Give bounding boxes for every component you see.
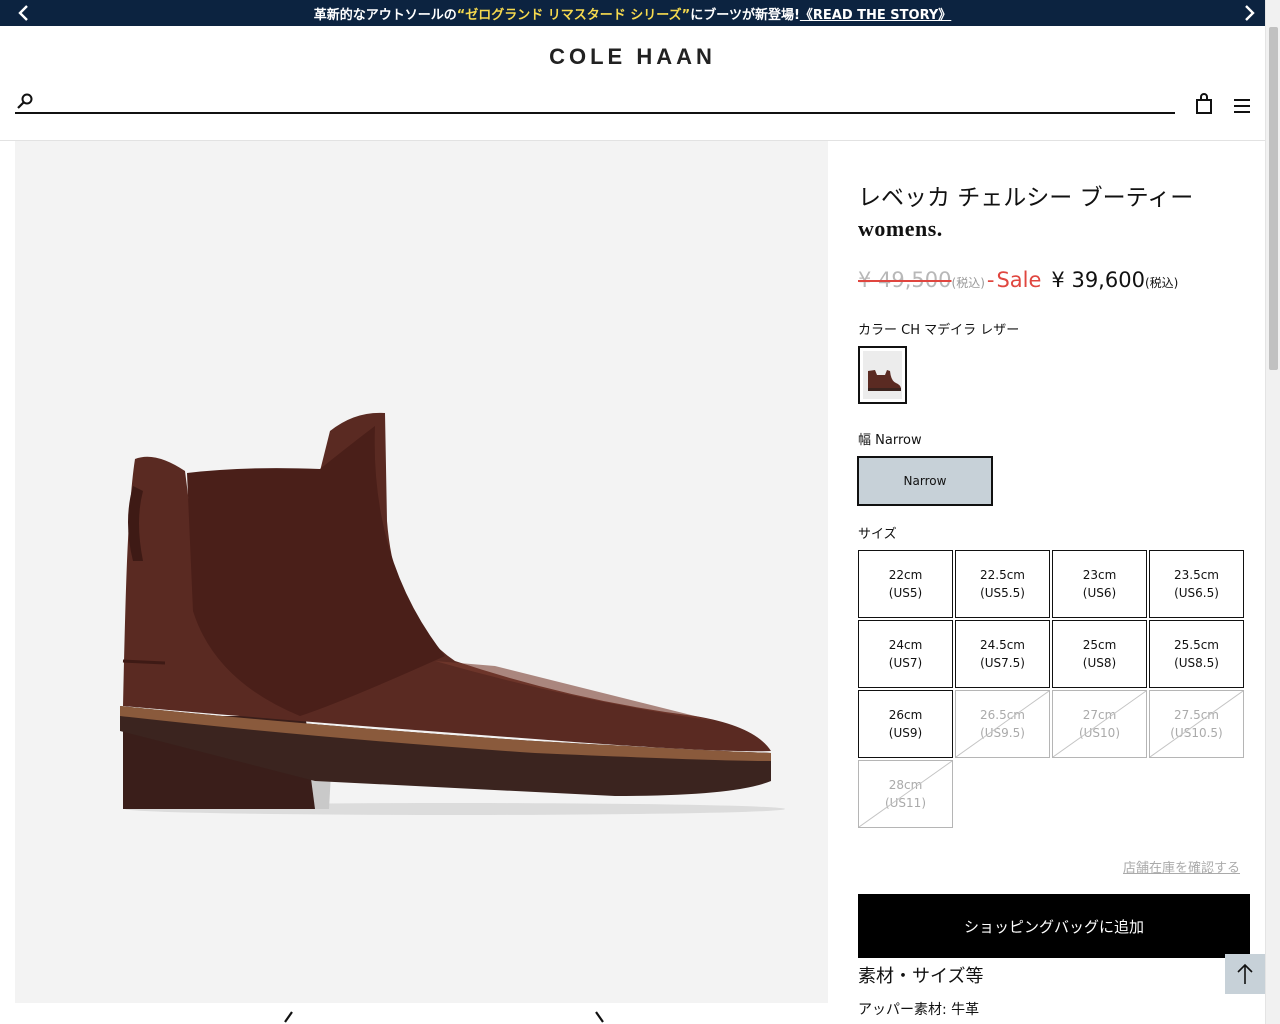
size-option[interactable]: 23cm (US6) xyxy=(1052,550,1147,618)
color-swatch-selected[interactable] xyxy=(858,346,907,404)
size-us: (US8) xyxy=(1082,656,1117,670)
unavailable-slash xyxy=(1053,691,1146,757)
arrow-up-icon xyxy=(1237,963,1253,984)
product-subtitle: womens. xyxy=(858,216,943,241)
chevron-right-icon[interactable] xyxy=(1239,3,1259,23)
size-option: 28cm (US11) xyxy=(858,760,953,828)
size-option[interactable]: 22.5cm (US5.5) xyxy=(955,550,1050,618)
size-cm: 25cm xyxy=(1082,638,1117,652)
announcement-text: 革新的なアウトソールの xyxy=(313,7,457,23)
size-option[interactable]: 24.5cm (US7.5) xyxy=(955,620,1050,688)
size-us: (US6.5) xyxy=(1174,586,1219,600)
size-option: 27cm (US10) xyxy=(1052,690,1147,758)
size-us: (US5.5) xyxy=(980,586,1025,600)
size-cm: 22cm xyxy=(888,568,923,582)
size-us: (US7) xyxy=(888,656,923,670)
search-icon[interactable] xyxy=(15,92,35,112)
size-us: (US6) xyxy=(1082,586,1117,600)
unavailable-slash xyxy=(956,691,1049,757)
size-us: (US5) xyxy=(888,586,923,600)
unavailable-slash xyxy=(859,761,952,827)
boot-illustration xyxy=(120,412,785,815)
size-cm: 22.5cm xyxy=(979,568,1025,582)
size-us: (US9) xyxy=(888,726,923,740)
brand-logo[interactable]: COLE HAAN xyxy=(0,44,1265,70)
size-option[interactable]: 22cm (US5) xyxy=(858,550,953,618)
announcement-bar: 革新的なアウトソールの “ゼログランド リマスタード シリーズ” にブーツが新登場… xyxy=(0,0,1265,26)
color-label: カラー CH マデイラ レザー xyxy=(858,323,1020,338)
size-cm: 23cm xyxy=(1082,568,1117,582)
size-option[interactable]: 26cm (US9) xyxy=(858,690,953,758)
size-cm: 24cm xyxy=(888,638,923,652)
sale-tax-note: (税込) xyxy=(1144,276,1179,290)
size-cm: 26cm xyxy=(888,708,923,722)
specs-title: 素材・サイズ等 xyxy=(858,966,984,987)
size-option: 27.5cm (US10.5) xyxy=(1149,690,1244,758)
search-bar xyxy=(15,88,1175,114)
scrollbar-thumb[interactable] xyxy=(1269,27,1278,370)
page-scrollbar[interactable] xyxy=(1265,0,1280,1024)
product-image[interactable] xyxy=(15,141,828,1003)
size-cm: 23.5cm xyxy=(1173,568,1219,582)
chevron-left-icon[interactable] xyxy=(14,3,34,23)
size-us: (US7.5) xyxy=(980,656,1025,670)
add-to-bag-button[interactable]: ショッピングバッグに追加 xyxy=(858,894,1250,958)
size-label: サイズ xyxy=(858,527,897,542)
width-option-narrow[interactable]: Narrow xyxy=(857,456,993,506)
width-label: 幅 Narrow xyxy=(858,433,922,448)
search-input[interactable] xyxy=(43,88,1163,112)
size-option[interactable]: 25.5cm (US8.5) xyxy=(1149,620,1244,688)
sale-label: Sale xyxy=(996,268,1042,292)
original-price: ¥ 49,500 xyxy=(858,268,952,292)
upper-material: アッパー素材: 牛革 xyxy=(858,1002,980,1018)
read-the-story-link[interactable]: 《READ THE STORY》 xyxy=(800,4,951,23)
original-tax-note: (税込) xyxy=(951,276,985,290)
size-option[interactable]: 23.5cm (US6.5) xyxy=(1149,550,1244,618)
size-cm: 24.5cm xyxy=(979,638,1025,652)
size-option: 26.5cm (US9.5) xyxy=(955,690,1050,758)
product-title: レベッカ チェルシー ブーティー xyxy=(858,185,1194,211)
size-cm: 25.5cm xyxy=(1173,638,1219,652)
image-prev-icon[interactable] xyxy=(278,1010,298,1024)
swatch-boot-thumbnail xyxy=(868,370,901,391)
price-row: ¥ 49,500 (税込) - Sale ¥ 39,600 (税込) xyxy=(858,268,1178,292)
shopping-bag-icon[interactable] xyxy=(1194,93,1214,115)
back-to-top-button[interactable] xyxy=(1225,954,1265,994)
announcement-highlight: “ゼログランド リマスタード シリーズ” xyxy=(456,7,691,23)
image-next-icon[interactable] xyxy=(590,1010,610,1024)
unavailable-slash xyxy=(1150,691,1243,757)
size-option[interactable]: 24cm (US7) xyxy=(858,620,953,688)
store-stock-link[interactable]: 店舗在庫を確認する xyxy=(1123,857,1240,876)
size-us: (US8.5) xyxy=(1174,656,1219,670)
size-option[interactable]: 25cm (US8) xyxy=(1052,620,1147,688)
sale-separator: - xyxy=(986,268,995,292)
hamburger-menu-icon[interactable] xyxy=(1232,96,1252,116)
announcement-text-post: にブーツが新登場! xyxy=(690,7,800,23)
sale-price: ¥ 39,600 xyxy=(1051,268,1145,292)
